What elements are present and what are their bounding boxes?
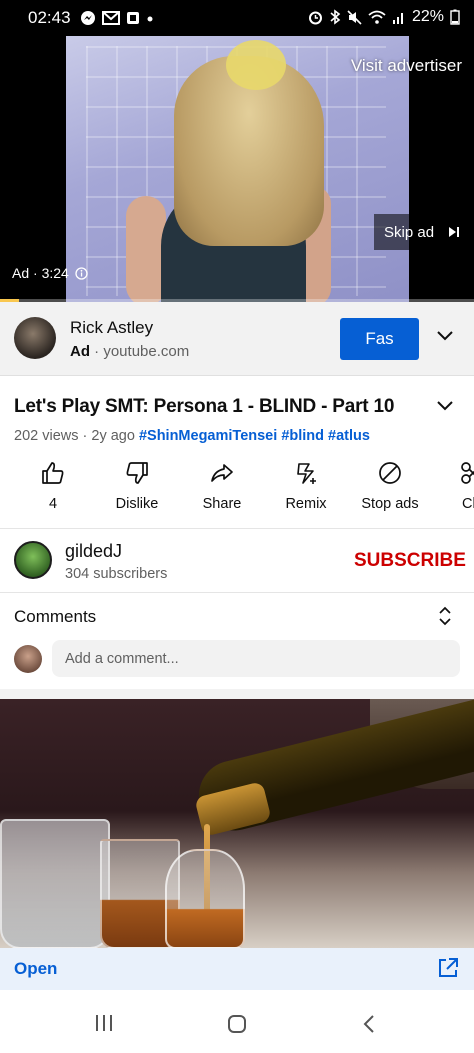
stop-ads-button[interactable]: Stop ads [345,460,435,512]
share-icon [211,464,233,482]
messenger-icon [81,11,95,25]
skip-ad-label: Skip ad [384,223,435,241]
channel-avatar[interactable] [14,541,52,579]
advertiser-avatar[interactable] [14,317,56,359]
comment-input[interactable]: Add a comment... [52,640,460,677]
hashtag-link[interactable]: #blind [281,428,324,444]
user-avatar [14,645,42,673]
ad-open-bar[interactable] [0,948,474,990]
open-link[interactable]: Open [14,959,57,979]
divider [0,528,474,529]
stop-ads-label: Stop ads [361,496,419,512]
advertiser-name[interactable]: Rick Astley [70,318,153,338]
ad-time-label: Ad · 3:24 [12,265,69,281]
stop-ads-icon [379,462,401,484]
video-title[interactable]: Let's Play SMT: Persona 1 - BLIND - Part… [14,396,394,418]
hashtag-link[interactable]: #ShinMegamiTensei [139,428,277,444]
skip-next-icon [449,227,460,237]
share-label: Share [202,496,242,512]
system-nav-bar [0,990,474,1053]
clip-button[interactable]: Cl [430,460,474,512]
home-icon[interactable] [227,1014,247,1034]
video-meta[interactable]: 202 views · 2y ago #ShinMegamiTensei #bl… [14,428,370,444]
battery-icon [450,9,460,25]
info-icon[interactable] [75,266,88,280]
signal-icon [392,13,403,24]
clip-label: Cl [462,496,474,512]
advertiser-meta: Ad · youtube.com [70,343,190,360]
alarm-icon [308,11,322,24]
expand-comments-icon[interactable] [438,606,452,626]
app-icon [127,12,139,24]
subscriber-count: 304 subscribers [65,566,168,582]
ad-cta-button[interactable]: Fas [340,318,419,360]
dislike-icon [126,462,148,484]
subscribe-button[interactable]: SUBSCRIBE [354,550,466,572]
upload-age: 2y ago [91,428,135,444]
video-figure-arm [126,196,166,302]
video-figure-bow [226,40,286,90]
dislike-label: Dislike [115,496,159,512]
system-icons: 22% [308,8,460,26]
mute-icon [347,9,362,25]
skip-ad-button[interactable]: Skip ad [374,214,474,250]
status-time: 02:43 [28,8,71,27]
hashtag-link[interactable]: #atlus [328,428,370,444]
bluetooth-icon [330,9,341,25]
like-icon [42,462,64,484]
notification-icons [80,10,154,26]
ad-time: Ad · 3:24 [12,265,88,281]
remix-icon [297,463,316,484]
expand-description-icon[interactable] [436,400,454,412]
divider [0,592,474,593]
like-count: 4 [48,496,58,512]
ad-label: Ad [70,343,90,360]
remix-label: Remix [285,496,327,512]
action-row: 4 Dislike Share Remix Stop ads Cl [0,460,474,520]
ad-image-glass [165,849,245,948]
ad-image-glass [0,819,110,948]
chevron-down-icon[interactable] [436,330,454,342]
wifi-icon [368,10,386,24]
advertiser-domain: youtube.com [103,343,190,360]
dot-icon [147,16,153,22]
view-count: 202 views [14,428,79,444]
external-link-icon[interactable] [437,957,459,979]
share-button[interactable]: Share [177,460,267,512]
comments-header[interactable]: Comments [14,607,96,627]
visit-advertiser-link[interactable]: Visit advertiser [351,56,462,76]
status-bar: 02:43 22% [0,0,474,36]
clip-icon [461,462,474,484]
battery-percent: 22% [411,8,444,25]
recents-icon[interactable] [94,1014,114,1032]
back-icon[interactable] [362,1014,376,1034]
remix-button[interactable]: Remix [261,460,351,512]
ad-banner[interactable]: Rick Astley Ad · youtube.com Fas [0,302,474,376]
channel-name[interactable]: gildedJ [65,541,122,562]
video-player[interactable]: Visit advertiser Skip ad Ad · 3:24 [0,36,474,302]
like-button[interactable]: 4 [8,460,98,512]
section-gap [0,689,474,699]
gmail-icon [102,11,120,25]
ad-image[interactable] [0,699,474,948]
dislike-button[interactable]: Dislike [92,460,182,512]
